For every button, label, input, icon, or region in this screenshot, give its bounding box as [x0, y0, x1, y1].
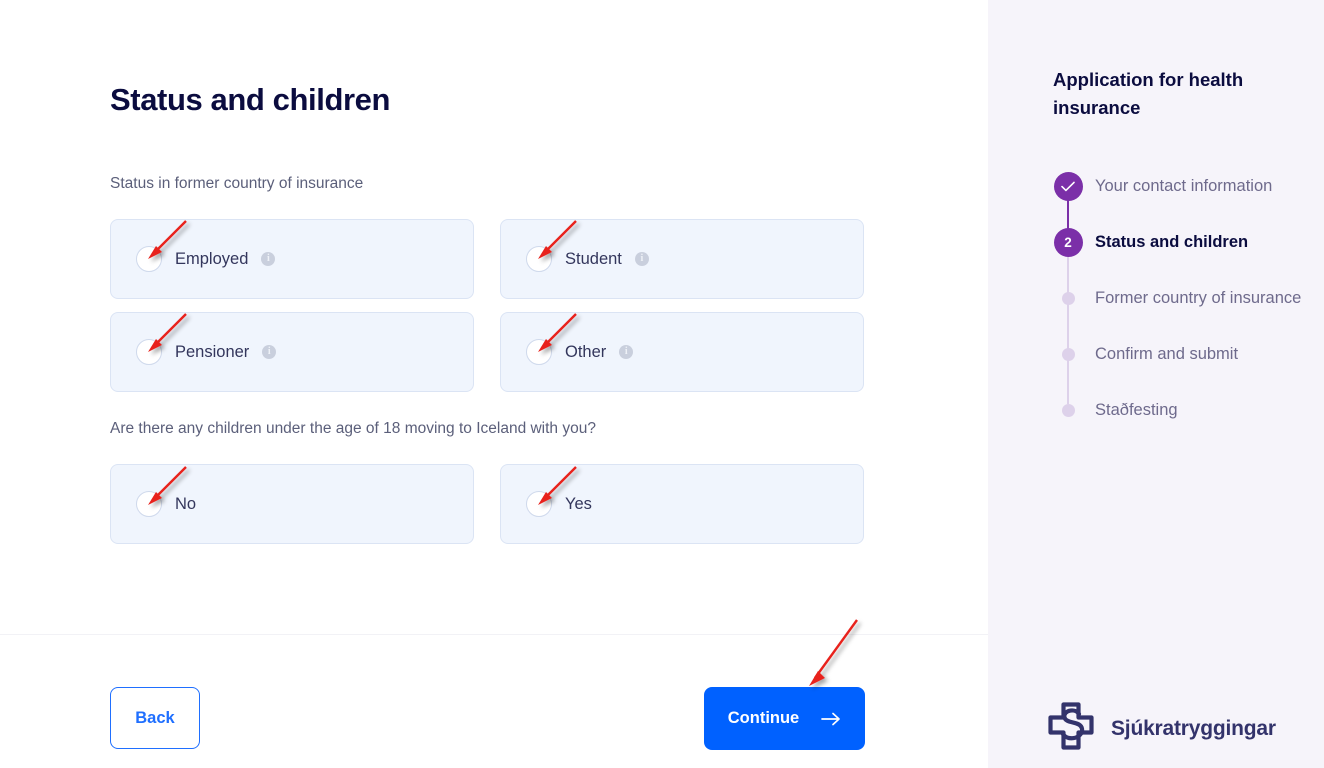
sidebar-step-confirm-submit[interactable]: Confirm and submit — [1053, 338, 1323, 404]
page-title: Status and children — [110, 82, 391, 117]
radio-student[interactable] — [526, 246, 552, 272]
info-icon-employed[interactable] — [261, 252, 276, 266]
radio-other[interactable] — [526, 339, 552, 365]
brand-logo: Sjúkratryggingar — [1045, 700, 1276, 757]
step-marker-dot-5 — [1061, 404, 1075, 417]
children-question-label: Are there any children under the age of … — [110, 420, 596, 437]
progress-stepper: Your contact information 2 Status and ch… — [1053, 170, 1323, 434]
status-options-group: Employed Student Pensioner Other — [110, 219, 865, 392]
sidebar-step-status-and-children[interactable]: 2 Status and children — [1053, 226, 1323, 296]
sidebar-step-label-1: Your contact information — [1095, 177, 1273, 195]
option-label-other: Other — [565, 342, 607, 361]
option-card-yes[interactable]: Yes — [500, 464, 864, 544]
info-icon-student[interactable] — [634, 252, 649, 266]
footer-divider — [0, 634, 988, 635]
continue-button-label: Continue — [727, 709, 800, 727]
sidebar-step-stadfesting[interactable]: Staðfesting — [1053, 394, 1323, 434]
option-card-no[interactable]: No — [110, 464, 474, 544]
option-card-other[interactable]: Other — [500, 312, 864, 392]
info-icon-other[interactable] — [619, 345, 634, 359]
step-marker-col-1 — [1053, 170, 1083, 236]
arrow-right-icon — [821, 712, 841, 726]
children-options-row-1: No Yes — [110, 464, 865, 544]
info-icon-pensioner[interactable] — [262, 345, 277, 359]
step-marker-dot-4 — [1061, 348, 1075, 361]
application-page: Status and children Status in former cou… — [0, 0, 1324, 768]
radio-no[interactable] — [136, 491, 162, 517]
children-options-group: No Yes — [110, 464, 865, 544]
check-icon — [1061, 181, 1075, 192]
sidebar-step-contact-information[interactable]: Your contact information — [1053, 170, 1323, 236]
option-label-no: No — [175, 494, 197, 513]
back-button[interactable]: Back — [110, 687, 200, 749]
brand-logo-text: Sjúkratryggingar — [1111, 716, 1276, 740]
step-marker-dot-3 — [1061, 292, 1075, 305]
option-label-pensioner: Pensioner — [175, 342, 250, 361]
sidebar-title: Application for health insurance — [1053, 69, 1244, 118]
continue-button[interactable]: Continue — [704, 687, 865, 750]
option-label-employed: Employed — [175, 249, 249, 268]
sidebar-step-label-2: Status and children — [1095, 233, 1249, 251]
sidebar-step-former-country[interactable]: Former country of insurance — [1053, 282, 1323, 348]
option-label-student: Student — [565, 249, 622, 268]
option-card-pensioner[interactable]: Pensioner — [110, 312, 474, 392]
main-content: Status and children Status in former cou… — [0, 0, 988, 768]
sidebar-step-label-5: Staðfesting — [1095, 401, 1178, 419]
radio-yes[interactable] — [526, 491, 552, 517]
step-marker-completed-icon — [1053, 172, 1083, 201]
step-marker-col-2: 2 — [1053, 226, 1083, 296]
radio-pensioner[interactable] — [136, 339, 162, 365]
status-options-row-1: Employed Student — [110, 219, 865, 299]
sjukratryggingar-cross-icon — [1045, 700, 1097, 757]
sidebar-step-label-3: Former country of insurance — [1095, 289, 1302, 307]
option-label-yes: Yes — [565, 494, 592, 513]
radio-employed[interactable] — [136, 246, 162, 272]
option-card-student[interactable]: Student — [500, 219, 864, 299]
sidebar-step-label-4: Confirm and submit — [1095, 345, 1239, 363]
option-card-employed[interactable]: Employed — [110, 219, 474, 299]
step-marker-current-number: 2 — [1053, 228, 1083, 257]
status-options-row-2: Pensioner Other — [110, 312, 865, 392]
sidebar: Application for health insurance Your co… — [988, 0, 1324, 768]
status-question-label: Status in former country of insurance — [110, 175, 364, 192]
